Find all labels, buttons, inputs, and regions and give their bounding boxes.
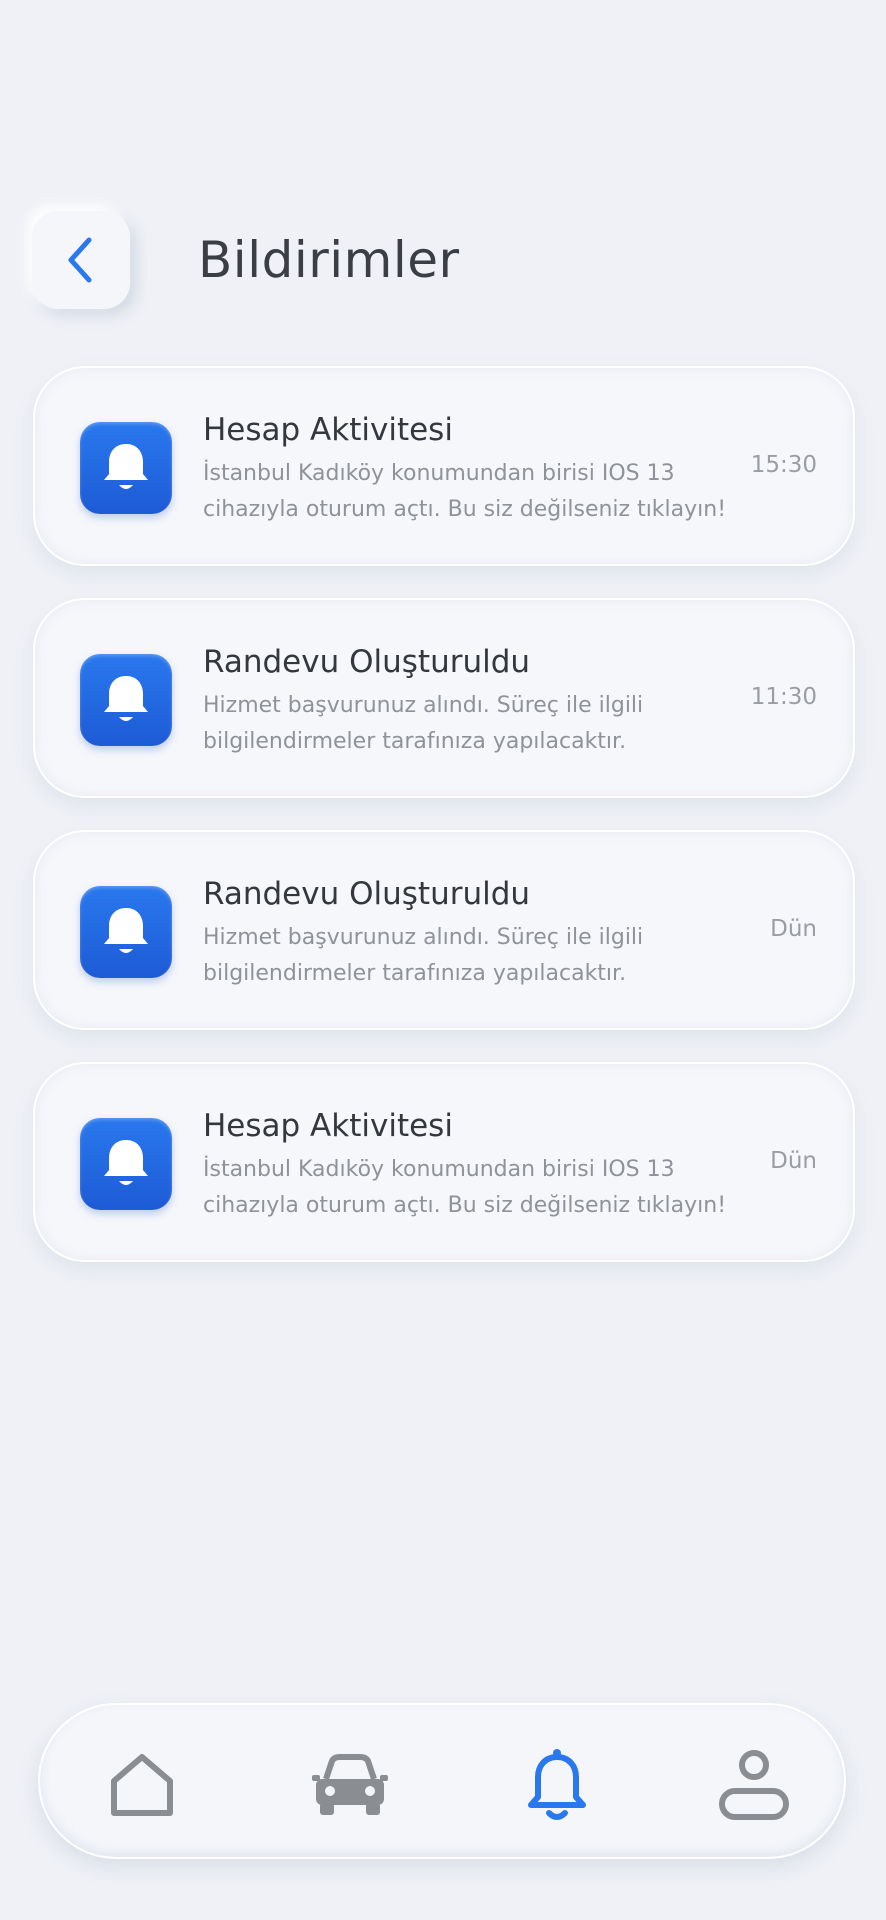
- car-icon: [310, 1749, 390, 1821]
- bell-icon: [80, 422, 172, 514]
- notification-body-line: Hizmet başvurunuz alındı. Süreç ile ilgi…: [203, 693, 644, 718]
- notification-text: Randevu Oluşturuldu Hizmet başvurunuz al…: [203, 642, 763, 760]
- notification-body-line: Hizmet başvurunuz alındı. Süreç ile ilgi…: [203, 925, 644, 950]
- notification-body-line: İstanbul Kadıköy konumundan birisi IOS 1…: [203, 461, 675, 486]
- back-button[interactable]: [32, 211, 130, 309]
- tab-notifications[interactable]: [517, 1745, 597, 1825]
- bell-icon: [525, 1747, 589, 1823]
- bottom-tab-bar: [38, 1703, 846, 1859]
- notification-title: Randevu Oluşturuldu: [203, 644, 531, 680]
- chevron-left-icon: [61, 234, 101, 286]
- notification-list: Hesap Aktivitesi İstanbul Kadıköy konumu…: [33, 366, 855, 1294]
- user-icon: [716, 1747, 792, 1823]
- header: Bildirimler: [32, 210, 460, 310]
- notification-body: İstanbul Kadıköy konumundan birisi IOS 1…: [203, 456, 763, 528]
- notification-card[interactable]: Hesap Aktivitesi İstanbul Kadıköy konumu…: [33, 366, 855, 566]
- home-icon: [106, 1749, 178, 1821]
- notification-text: Randevu Oluşturuldu Hizmet başvurunuz al…: [203, 874, 763, 992]
- notification-card[interactable]: Hesap Aktivitesi İstanbul Kadıköy konumu…: [33, 1062, 855, 1262]
- tab-home[interactable]: [102, 1745, 182, 1825]
- tab-profile[interactable]: [714, 1745, 794, 1825]
- notification-time: Dün: [770, 1148, 817, 1174]
- notification-body-line: bilgilendirmeler tarafınıza yapılacaktır…: [203, 961, 627, 986]
- notification-title: Randevu Oluşturuldu: [203, 876, 531, 912]
- notification-body-line: İstanbul Kadıköy konumundan birisi IOS 1…: [203, 1157, 675, 1182]
- notification-title: Hesap Aktivitesi: [203, 1108, 453, 1144]
- page-title: Bildirimler: [198, 231, 460, 289]
- notification-body-line: cihazıyla oturum açtı. Bu siz değilseniz…: [203, 497, 727, 522]
- notification-text: Hesap Aktivitesi İstanbul Kadıköy konumu…: [203, 410, 763, 528]
- notification-body: Hizmet başvurunuz alındı. Süreç ile ilgi…: [203, 688, 763, 760]
- notification-card[interactable]: Randevu Oluşturuldu Hizmet başvurunuz al…: [33, 598, 855, 798]
- notification-body: Hizmet başvurunuz alındı. Süreç ile ilgi…: [203, 920, 763, 992]
- notification-time: 11:30: [750, 684, 817, 710]
- notification-card[interactable]: Randevu Oluşturuldu Hizmet başvurunuz al…: [33, 830, 855, 1030]
- bell-icon: [80, 1118, 172, 1210]
- notification-body-line: cihazıyla oturum açtı. Bu siz değilseniz…: [203, 1193, 727, 1218]
- notification-title: Hesap Aktivitesi: [203, 412, 453, 448]
- notification-time: 15:30: [750, 452, 817, 478]
- tab-vehicles[interactable]: [310, 1745, 390, 1825]
- notification-text: Hesap Aktivitesi İstanbul Kadıköy konumu…: [203, 1106, 763, 1224]
- notification-body: İstanbul Kadıköy konumundan birisi IOS 1…: [203, 1152, 763, 1224]
- notification-body-line: bilgilendirmeler tarafınıza yapılacaktır…: [203, 729, 627, 754]
- bell-icon: [80, 654, 172, 746]
- bell-icon: [80, 886, 172, 978]
- notification-time: Dün: [770, 916, 817, 942]
